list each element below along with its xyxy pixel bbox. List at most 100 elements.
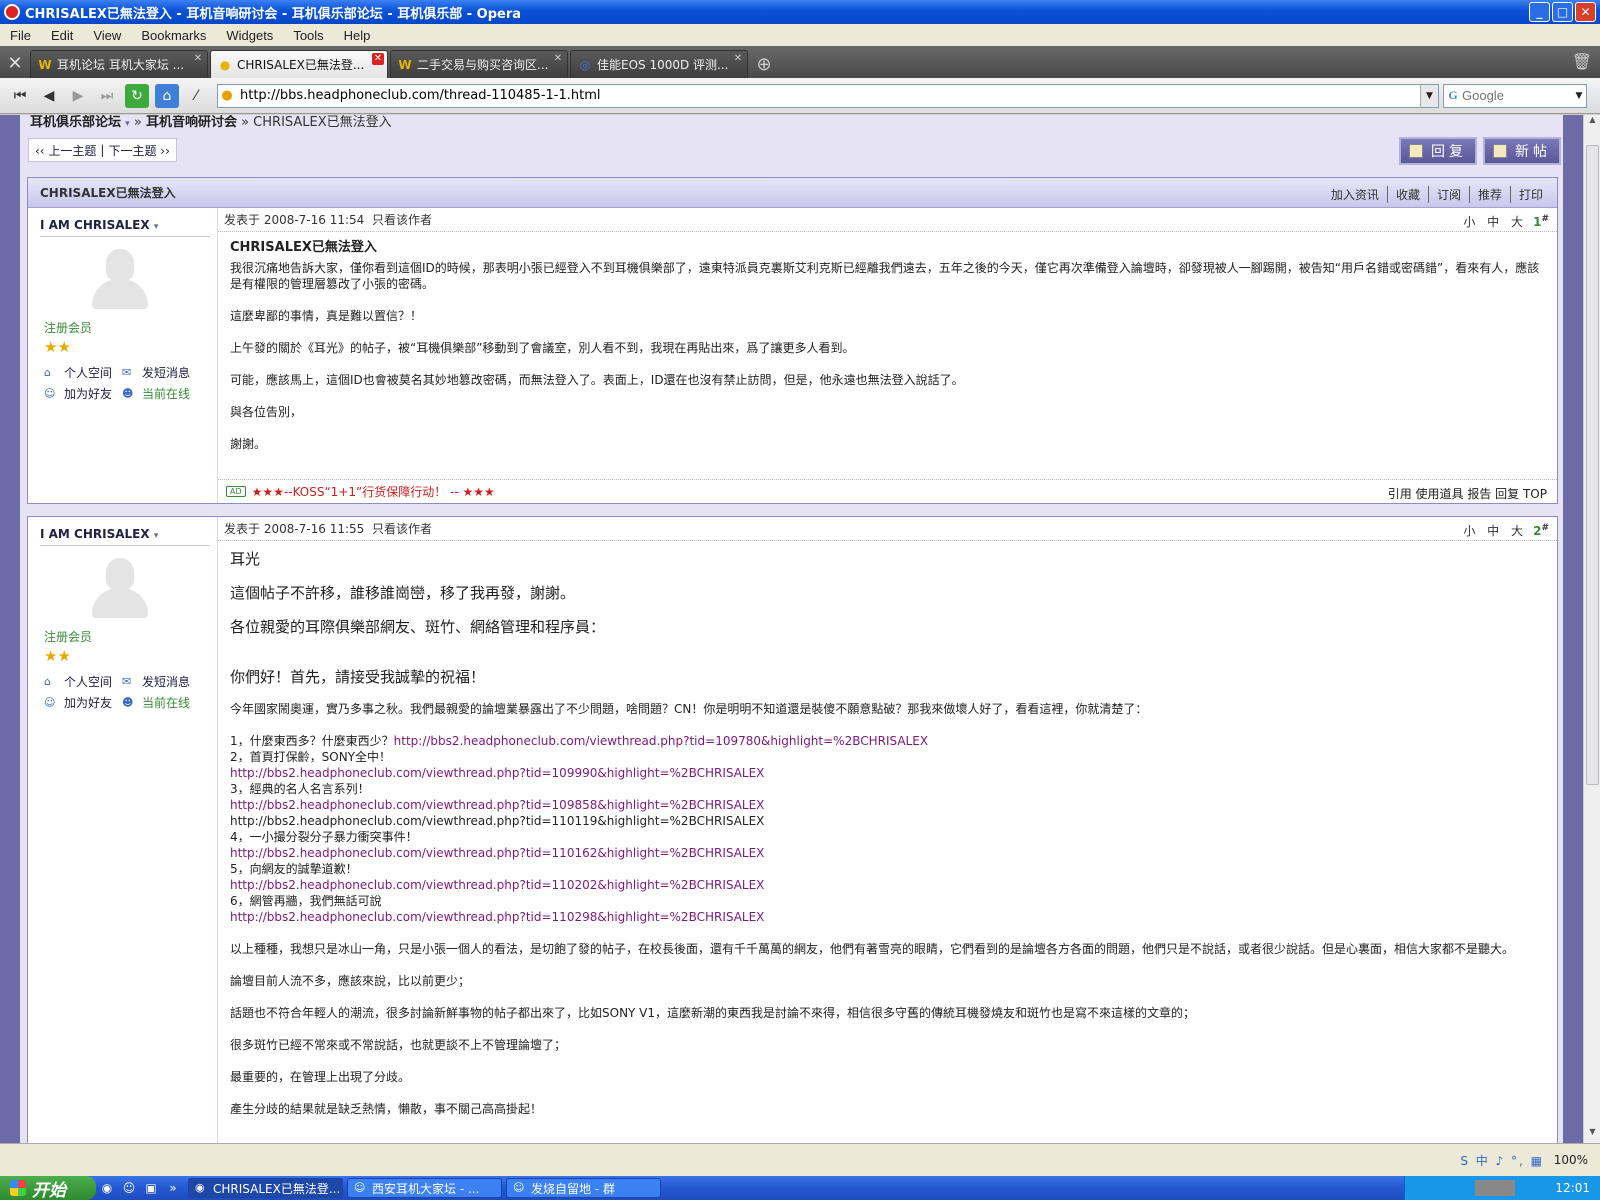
start-button[interactable]: 开始 bbox=[0, 1176, 96, 1200]
topic-nav: ‹‹ 上一主题 | 下一主题 ›› bbox=[28, 138, 177, 162]
new-post-button-label: 新帖 bbox=[1515, 144, 1551, 160]
author-menu-icon: ▾ bbox=[153, 531, 159, 541]
only-author-link[interactable]: 只看该作者 bbox=[372, 520, 432, 537]
address-field[interactable]: ● ▼ bbox=[217, 83, 1439, 108]
menu-widgets[interactable]: Widgets bbox=[216, 28, 283, 43]
url-input[interactable] bbox=[236, 88, 1416, 103]
close-tab-icon[interactable]: ✕ bbox=[192, 53, 204, 65]
close-tab-icon[interactable]: ✕ bbox=[552, 53, 564, 65]
quicklaunch-qq-icon[interactable]: ☺ bbox=[118, 1181, 140, 1195]
reply-button[interactable]: 回复 bbox=[1399, 137, 1477, 165]
next-topic-link[interactable]: 下一主题 ›› bbox=[108, 142, 169, 159]
online-user-icon: ☻ bbox=[122, 387, 134, 400]
tab-chrisalex[interactable]: ● CHRISALEX已無法登... ✕ bbox=[210, 50, 388, 78]
action-recommend[interactable]: 推荐 bbox=[1470, 186, 1511, 203]
action-favorite[interactable]: 收藏 bbox=[1388, 186, 1429, 203]
send-message-link[interactable]: ✉ 发短消息 bbox=[122, 364, 208, 381]
tab-headphone-forum[interactable]: W 耳机论坛 耳机大家坛 ... ✕ bbox=[30, 50, 208, 78]
ime-indicator[interactable] bbox=[1475, 1180, 1516, 1196]
search-field[interactable]: G ▼ bbox=[1443, 83, 1587, 108]
tab-trade[interactable]: W 二手交易与购买咨询区... ✕ bbox=[390, 50, 568, 78]
rank-stars: ★★ bbox=[44, 647, 71, 665]
wand-icon[interactable]: ⁄ bbox=[182, 82, 210, 110]
quicklaunch-app-icon[interactable]: ▣ bbox=[140, 1181, 162, 1195]
add-friend-link[interactable]: ☺ 加为好友 bbox=[44, 385, 122, 402]
back-icon[interactable]: ◀ bbox=[35, 82, 63, 110]
paragraph: 論壇目前人流不多，應該來說，比以前更少； bbox=[230, 974, 471, 988]
menu-file[interactable]: File bbox=[0, 28, 41, 43]
task-qq-group-2[interactable]: ☺ 发烧自留地 - 群 bbox=[506, 1178, 661, 1198]
clock[interactable]: 12:01 bbox=[1555, 1181, 1590, 1195]
scroll-thumb[interactable] bbox=[1586, 145, 1599, 785]
avatar[interactable] bbox=[90, 249, 150, 309]
heading: 耳光 bbox=[230, 550, 261, 568]
vertical-scrollbar[interactable]: ▲ ▼ bbox=[1583, 115, 1600, 1143]
crumb-root[interactable]: 耳机俱乐部论坛 bbox=[30, 115, 121, 130]
thread-link[interactable]: http://bbs2.headphoneclub.com/viewthread… bbox=[230, 765, 1545, 781]
close-tab-icon[interactable]: ✕ bbox=[372, 53, 384, 65]
fast-forward-icon[interactable]: ⏭ bbox=[93, 82, 121, 110]
ad-link[interactable]: ★★★--KOSS“1+1”行货保障行动！ -- ★★★ bbox=[252, 483, 495, 500]
menu-view[interactable]: View bbox=[83, 28, 131, 43]
forward-icon[interactable]: ▶ bbox=[64, 82, 92, 110]
scroll-down-icon[interactable]: ▼ bbox=[1584, 1127, 1600, 1143]
reload-icon[interactable]: ↻ bbox=[125, 83, 149, 108]
quicklaunch-opera-icon[interactable]: ◉ bbox=[96, 1181, 118, 1195]
new-tab-icon[interactable]: ⊕ bbox=[750, 50, 778, 78]
scroll-up-icon[interactable]: ▲ bbox=[1584, 115, 1600, 131]
maximize-button[interactable]: □ bbox=[1552, 2, 1573, 22]
menu-help[interactable]: Help bbox=[334, 28, 381, 43]
action-print[interactable]: 打印 bbox=[1511, 186, 1551, 203]
message-icon: ✉ bbox=[122, 675, 132, 688]
home-icon[interactable]: ⌂ bbox=[155, 83, 179, 108]
minimize-button[interactable]: _ bbox=[1529, 2, 1550, 22]
font-size-switch[interactable]: 小 中 大 bbox=[1463, 213, 1527, 230]
menu-tools[interactable]: Tools bbox=[283, 28, 333, 43]
message-icon: ✉ bbox=[122, 366, 132, 379]
close-tab-icon[interactable]: ✕ bbox=[732, 53, 744, 65]
search-input[interactable] bbox=[1462, 88, 1566, 103]
url-dropdown-icon[interactable]: ▼ bbox=[1420, 84, 1438, 107]
author-name-row[interactable]: I AM CHRISALEX ▾ bbox=[40, 527, 210, 546]
crumb-board[interactable]: 耳机音响研讨会 bbox=[146, 115, 237, 130]
paragraph: 謝謝。 bbox=[230, 437, 267, 451]
add-friend-link[interactable]: ☺ 加为好友 bbox=[44, 694, 122, 711]
zoom-level[interactable]: 100% bbox=[1554, 1153, 1588, 1167]
trash-icon[interactable]: 🗑 bbox=[1572, 52, 1592, 71]
task-qq-group[interactable]: ☺ 西安耳机大家坛 - ... bbox=[347, 1178, 502, 1198]
thread-link[interactable]: http://bbs2.headphoneclub.com/viewthread… bbox=[230, 909, 1545, 925]
close-window-button[interactable]: ✕ bbox=[1575, 2, 1596, 22]
personal-space-link[interactable]: ⌂ 个人空间 bbox=[44, 673, 122, 690]
task-opera[interactable]: ◉ CHRISALEX已無法登... bbox=[188, 1178, 343, 1198]
personal-space-label: 个人空间 bbox=[64, 366, 113, 380]
reply-icon bbox=[1409, 144, 1423, 158]
tools-icon[interactable]: ✕ bbox=[0, 48, 30, 78]
personal-space-link[interactable]: ⌂ 个人空间 bbox=[44, 364, 122, 381]
author-name-row[interactable]: I AM CHRISALEX ▾ bbox=[40, 218, 210, 237]
prev-topic-link[interactable]: ‹‹ 上一主题 bbox=[35, 142, 96, 159]
thread-link[interactable]: http://bbs2.headphoneclub.com/viewthread… bbox=[230, 877, 1545, 893]
thread-link[interactable]: http://bbs2.headphoneclub.com/viewthread… bbox=[230, 797, 1545, 813]
new-post-button[interactable]: 新帖 bbox=[1483, 137, 1561, 165]
action-add-news[interactable]: 加入资讯 bbox=[1323, 186, 1388, 203]
thread-link[interactable]: http://bbs2.headphoneclub.com/viewthread… bbox=[230, 845, 1545, 861]
avatar[interactable] bbox=[90, 558, 150, 618]
action-subscribe[interactable]: 订阅 bbox=[1429, 186, 1470, 203]
add-friend-icon: ☺ bbox=[44, 696, 56, 709]
search-dropdown-icon[interactable]: ▼ bbox=[1572, 85, 1586, 107]
menu-edit[interactable]: Edit bbox=[41, 28, 83, 43]
tab-canon[interactable]: ◎ 佳能EOS 1000D 评测... ✕ bbox=[570, 50, 748, 78]
font-size-switch[interactable]: 小 中 大 bbox=[1463, 522, 1527, 539]
menu-bookmarks[interactable]: Bookmarks bbox=[131, 28, 216, 43]
only-author-link[interactable]: 只看该作者 bbox=[372, 211, 432, 228]
author-name: I AM CHRISALEX bbox=[40, 218, 150, 232]
crumb-dropdown-icon[interactable]: ▾ bbox=[125, 119, 130, 129]
add-friend-icon: ☺ bbox=[44, 387, 56, 400]
status-icons[interactable]: S 中 ♪ °, ▦ bbox=[1460, 1152, 1544, 1169]
thread-link[interactable]: http://bbs2.headphoneclub.com/viewthread… bbox=[394, 734, 928, 748]
rewind-icon[interactable]: ⏮ bbox=[6, 82, 34, 110]
quicklaunch-more-icon[interactable]: » bbox=[162, 1181, 184, 1195]
post-operations[interactable]: 引用 使用道具 报告 回复 TOP bbox=[1388, 485, 1547, 502]
send-message-link[interactable]: ✉ 发短消息 bbox=[122, 673, 208, 690]
opera-icon bbox=[4, 4, 20, 20]
